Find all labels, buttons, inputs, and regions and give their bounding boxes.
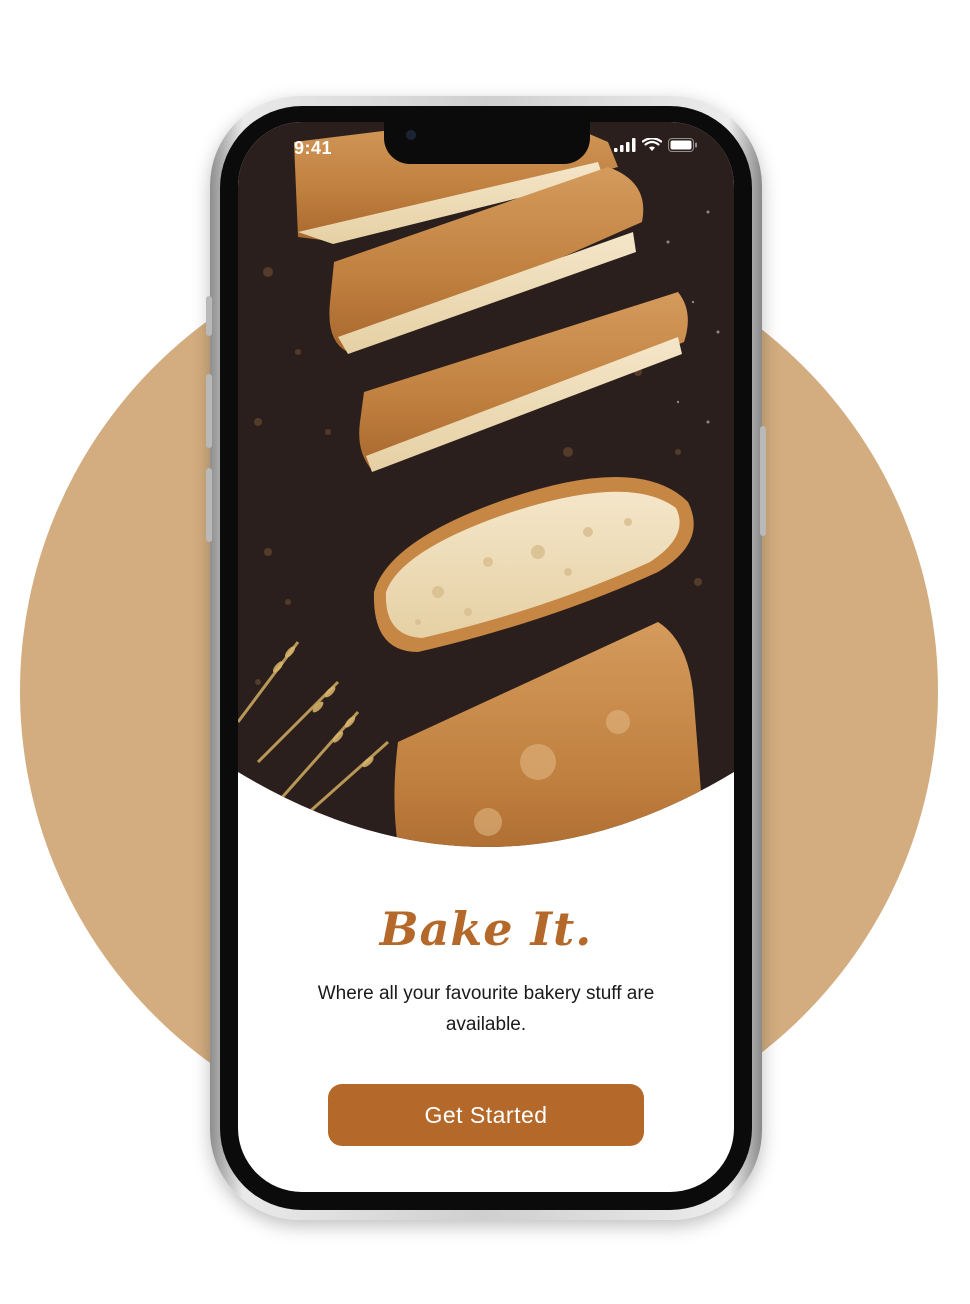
- volume-up-button: [206, 374, 212, 448]
- front-camera: [406, 130, 416, 140]
- hero-image: [238, 122, 734, 862]
- app-title: Bake It.: [379, 902, 593, 956]
- phone-mockup: 9:41 Bake It. Where all your favourite b…: [206, 96, 766, 1220]
- volume-down-button: [206, 468, 212, 542]
- power-button: [760, 426, 766, 536]
- app-tagline: Where all your favourite bakery stuff ar…: [317, 983, 655, 1035]
- onboarding-content: Bake It. Where all your favourite bakery…: [238, 892, 734, 1146]
- wifi-icon: [642, 138, 662, 151]
- status-icons: [614, 138, 698, 152]
- app-screen: 9:41 Bake It. Where all your favourite b…: [238, 122, 734, 1192]
- get-started-button[interactable]: Get Started: [328, 1084, 644, 1146]
- status-time: 9:41: [294, 138, 333, 158]
- battery-icon: [668, 138, 697, 152]
- mute-switch: [206, 296, 212, 336]
- phone-notch: [384, 122, 590, 164]
- signal-icon: [614, 138, 636, 152]
